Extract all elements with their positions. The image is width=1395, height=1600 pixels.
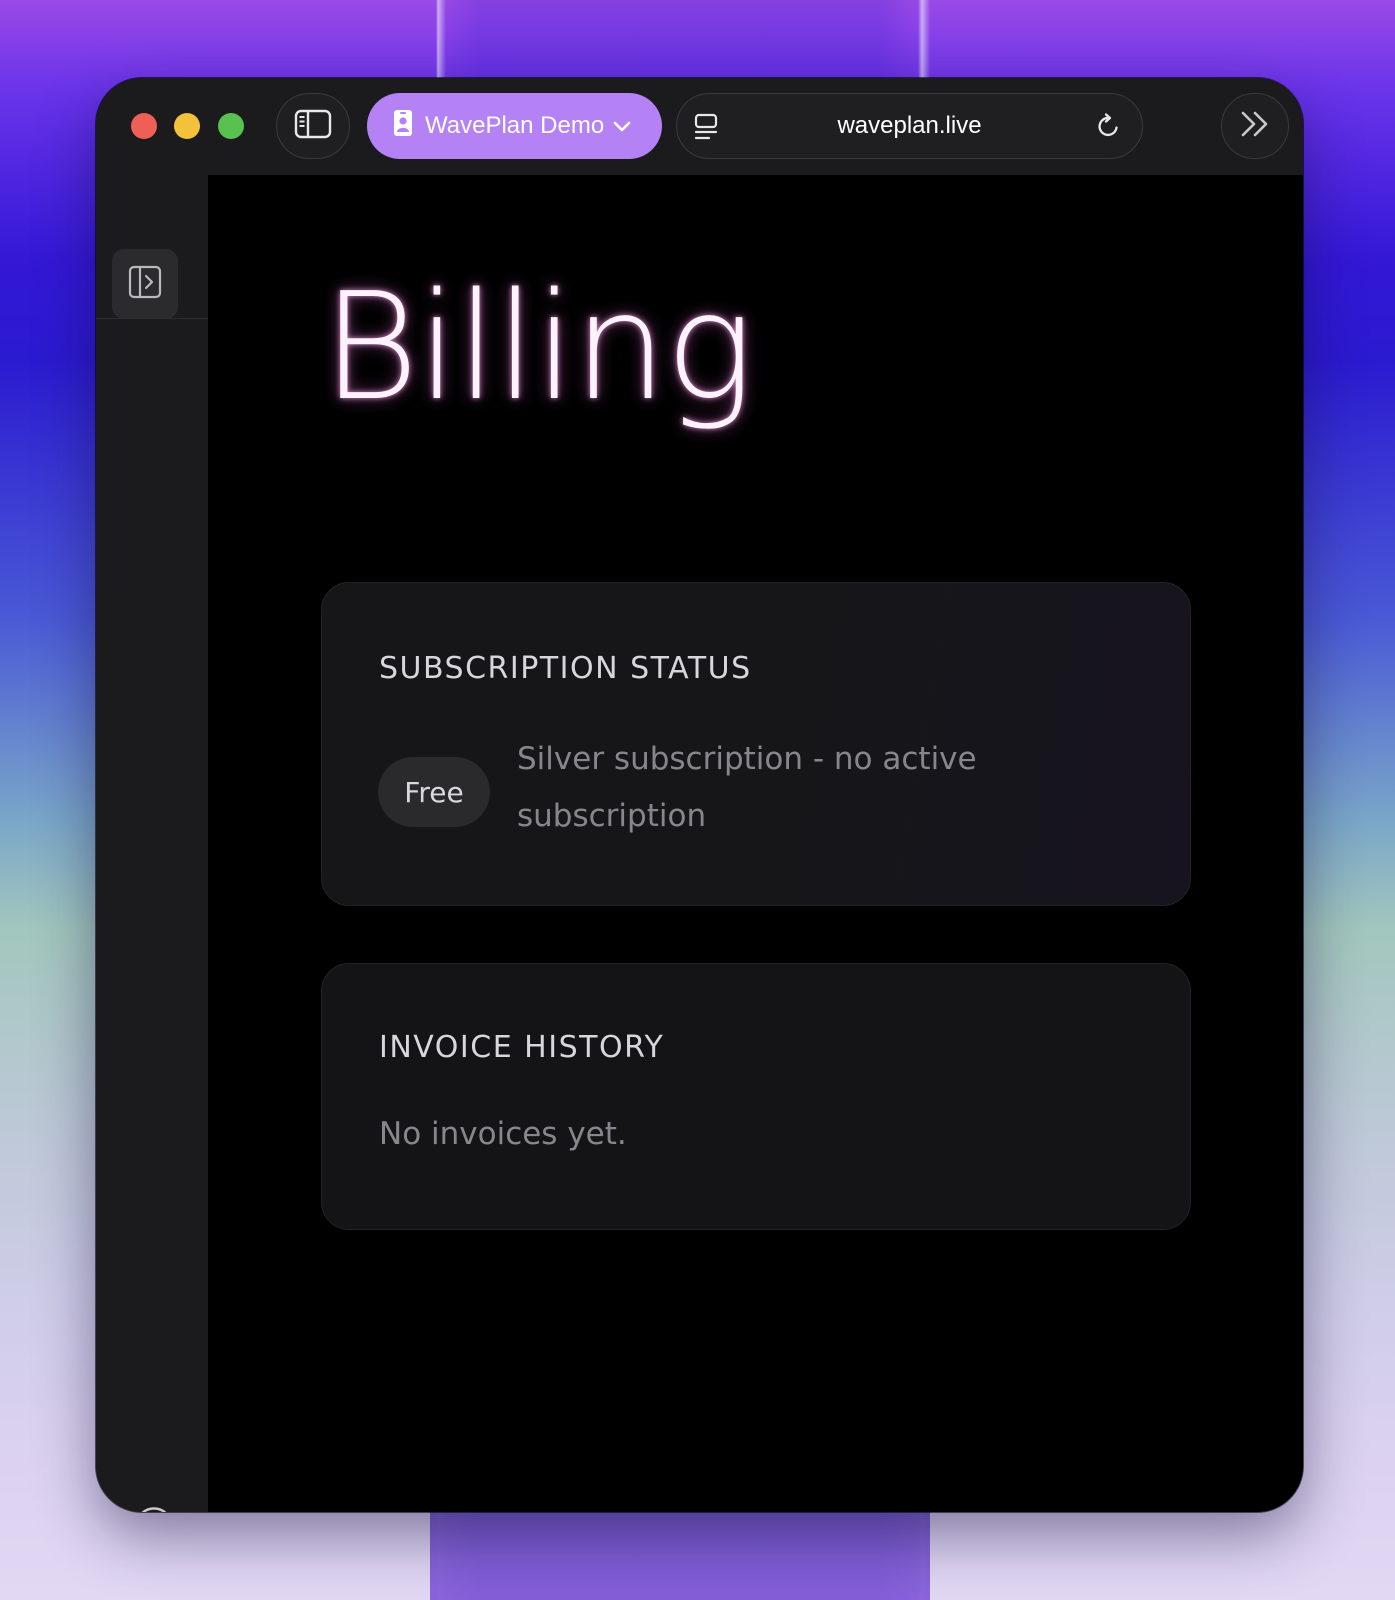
reload-icon[interactable]: [1096, 112, 1122, 144]
sidebar-icon: [294, 109, 332, 143]
app-side-rail: [96, 175, 208, 1512]
browser-window: WavePlan Demo waveplan.live Billing SUBS…: [96, 78, 1303, 1512]
help-circle-icon: [134, 1506, 174, 1512]
subscription-description: Silver subscription - no active subscrip…: [517, 741, 977, 834]
profile-label: WavePlan Demo: [425, 112, 605, 139]
rail-divider: [96, 318, 208, 319]
sidebar-toggle-button[interactable]: [276, 93, 350, 159]
minimize-window-button[interactable]: [174, 113, 200, 139]
id-badge-icon: [393, 109, 413, 144]
background-glow: [430, 1500, 930, 1600]
address-bar[interactable]: waveplan.live: [676, 93, 1143, 159]
invoice-history-heading: INVOICE HISTORY: [379, 1030, 665, 1065]
plan-badge: Free: [378, 757, 490, 827]
invoice-history-card: INVOICE HISTORY No invoices yet.: [321, 963, 1191, 1230]
subscription-status-heading: SUBSCRIPTION STATUS: [379, 651, 752, 686]
profile-switcher-button[interactable]: WavePlan Demo: [367, 93, 662, 159]
invoices-empty-message: No invoices yet.: [379, 1116, 627, 1152]
zoom-window-button[interactable]: [218, 113, 244, 139]
help-button[interactable]: [134, 1506, 174, 1512]
expand-sidebar-icon: [127, 264, 163, 304]
more-tools-button[interactable]: [1221, 93, 1289, 159]
double-chevron-right-icon: [1238, 109, 1272, 143]
chevron-down-icon: [612, 119, 632, 133]
page-content: Billing SUBSCRIPTION STATUS Free Silver …: [208, 175, 1303, 1512]
page-title: Billing: [322, 261, 754, 433]
close-window-button[interactable]: [131, 113, 157, 139]
url-text[interactable]: waveplan.live: [677, 94, 1142, 158]
subscription-status-card: SUBSCRIPTION STATUS Free Silver subscrip…: [321, 582, 1191, 906]
browser-toolbar: WavePlan Demo waveplan.live: [96, 78, 1303, 175]
expand-sidebar-button[interactable]: [112, 249, 178, 319]
